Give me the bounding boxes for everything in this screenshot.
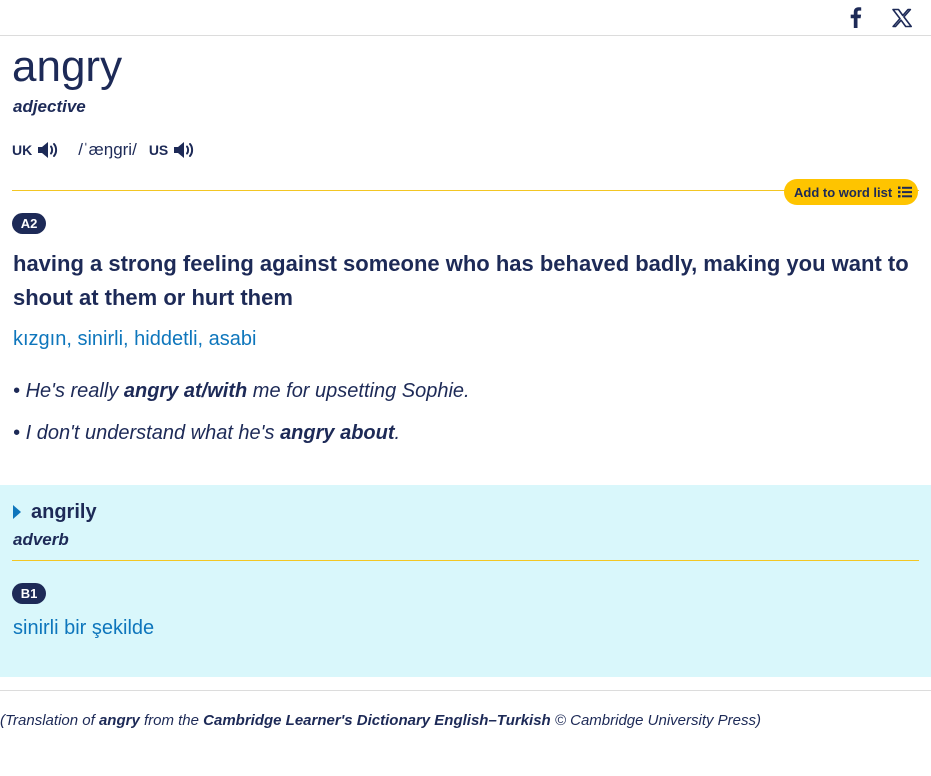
part-of-speech: adjective xyxy=(13,97,86,116)
credit-source: Cambridge Learner's Dictionary English–T… xyxy=(203,712,551,729)
credit-open: (Translation of xyxy=(0,712,99,729)
example-text-start: He's really xyxy=(25,380,124,402)
credit-word: angry xyxy=(98,712,140,729)
list-icon xyxy=(898,186,913,198)
facebook-icon[interactable] xyxy=(846,6,866,28)
footer-divider xyxy=(0,690,931,691)
example-collocation: angry about xyxy=(280,422,395,444)
example-text-end: me for upsetting Sophie. xyxy=(247,380,470,402)
uk-label: UK xyxy=(12,142,33,158)
share-bar xyxy=(0,0,931,36)
triangle-right-icon xyxy=(13,505,21,519)
run-on-part-of-speech: adverb xyxy=(13,530,69,549)
definition: having a strong feeling against someone … xyxy=(13,251,909,310)
credit-close: © Cambridge University Press) xyxy=(550,712,761,729)
pronunciation-row: UK /ˈæŋɡri/ US xyxy=(12,138,196,162)
translation-credit: (Translation of angry from the Cambridge… xyxy=(0,712,761,730)
example-bullet: • xyxy=(13,380,21,402)
run-on-translation: sinirli bir şekilde xyxy=(13,617,155,639)
credit-mid: from the xyxy=(139,712,204,729)
x-icon[interactable] xyxy=(891,7,913,29)
run-on-entry xyxy=(0,485,931,677)
headword: angry xyxy=(12,42,123,91)
example-text-end: . xyxy=(394,422,401,444)
run-on-level-badge: B1 xyxy=(12,583,46,604)
example-sentence: • He's really angry at/with me for upset… xyxy=(13,379,470,403)
us-label: US xyxy=(148,142,169,158)
example-collocation: angry at/with xyxy=(123,380,248,402)
translation: kızgın, sinirli, hiddetli, asabi xyxy=(13,328,257,350)
run-on-divider xyxy=(12,560,919,561)
run-on-headword: angrily xyxy=(31,501,97,523)
us-audio-speaker-icon[interactable] xyxy=(172,139,196,161)
uk-audio-speaker-icon[interactable] xyxy=(36,139,60,161)
cefr-level-badge: A2 xyxy=(12,213,46,234)
add-to-word-list-button[interactable]: Add to word list xyxy=(784,179,918,205)
sense-divider xyxy=(12,190,919,191)
ipa-transcription: /ˈæŋɡri/ xyxy=(78,140,137,159)
example-sentence: • I don't understand what he's angry abo… xyxy=(13,421,400,445)
add-to-word-list-label: Add to word list xyxy=(794,184,893,200)
example-bullet: • xyxy=(13,422,21,444)
example-text-start: I don't understand what he's xyxy=(25,422,281,444)
